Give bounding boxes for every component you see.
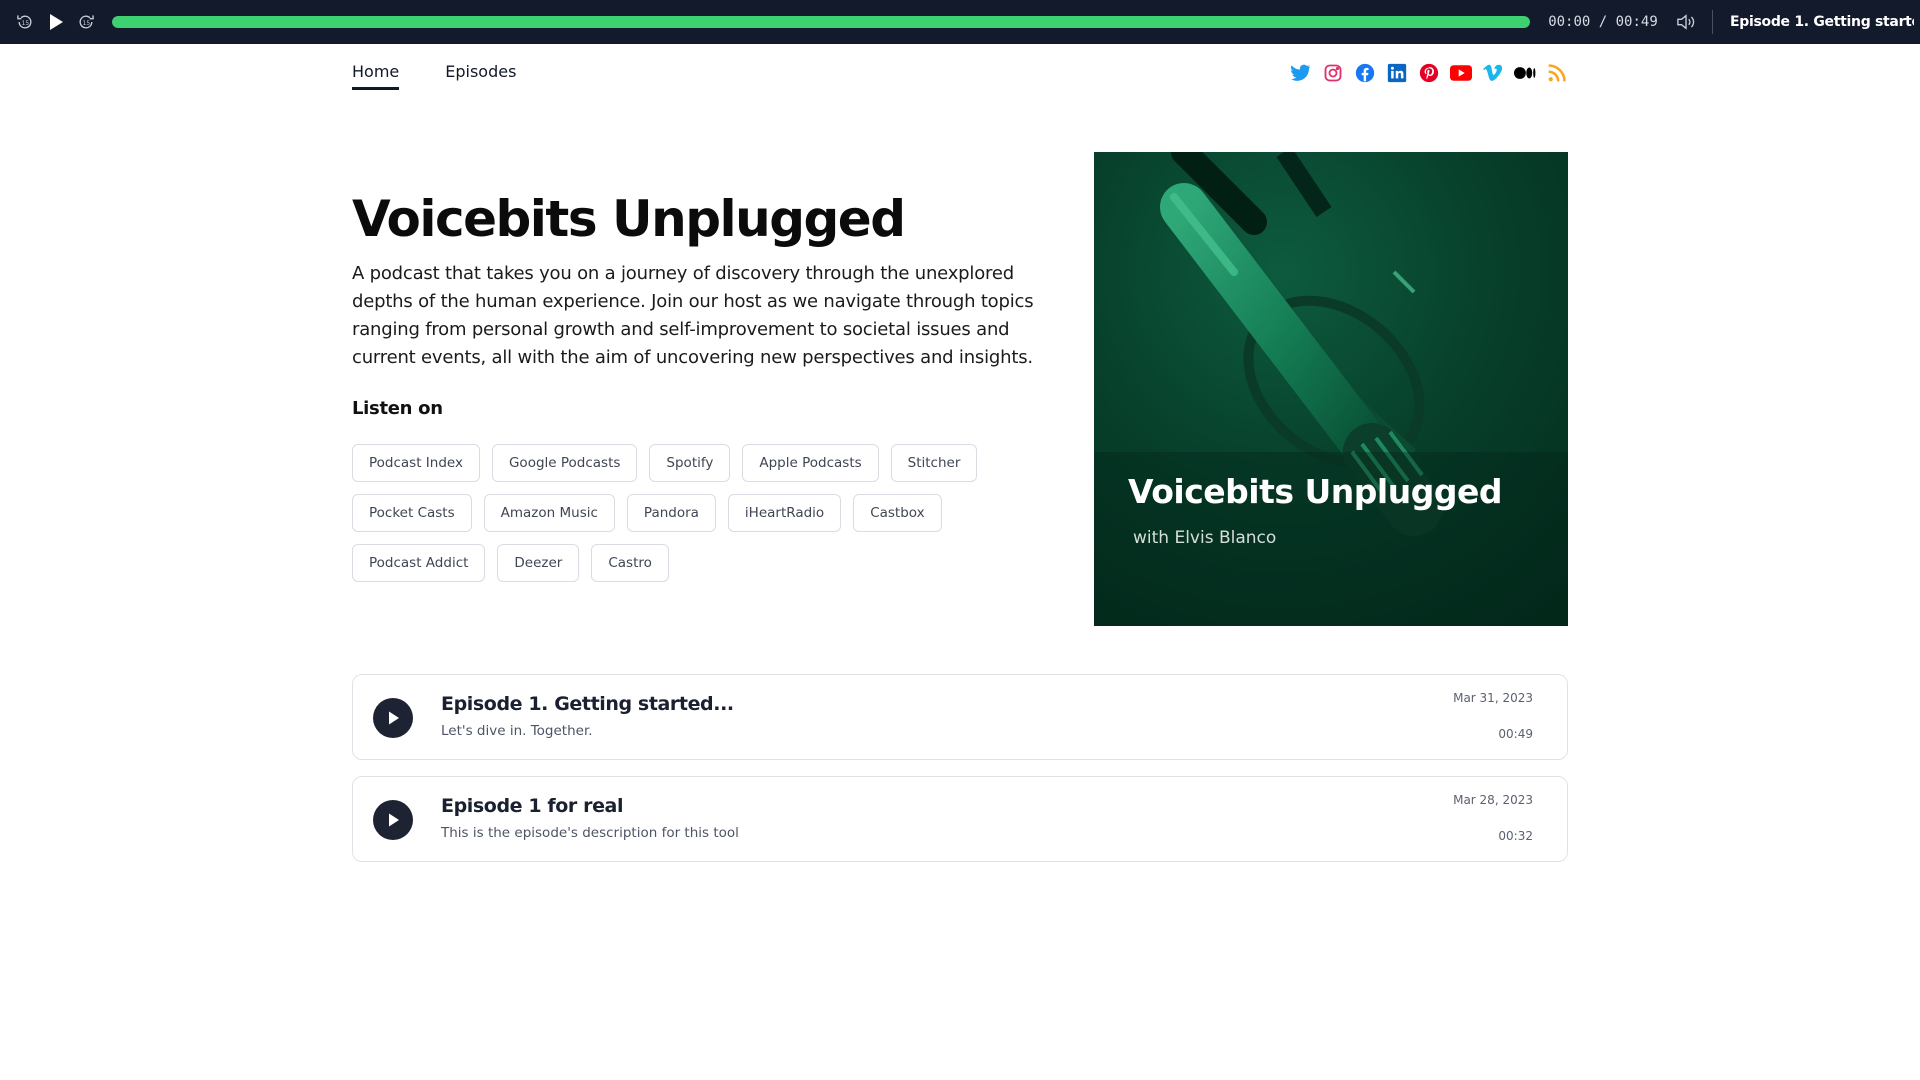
audio-player-bar: 15 15 00:00 / 00:49 Episode 1. Getting s… [0,0,1920,44]
episode-description: This is the episode's description for th… [441,825,739,841]
forward-15-icon[interactable]: 15 [74,10,98,34]
svg-text:15: 15 [83,21,91,27]
play-icon[interactable] [44,10,68,34]
podcast-cover-art: Voicebits Unplugged with Elvis Blanco [1094,152,1568,626]
episode-title[interactable]: Episode 1 for real [441,795,623,817]
microphone-illustration [1094,152,1568,626]
episode-duration: 00:49 [1498,727,1533,741]
episode-card[interactable]: Episode 1 for real This is the episode's… [352,776,1568,862]
play-icon [389,711,399,725]
facebook-icon[interactable] [1354,62,1376,84]
cover-subtitle: with Elvis Blanco [1133,528,1277,548]
platform-podcast-addict[interactable]: Podcast Addict [352,544,486,582]
pinterest-icon[interactable] [1418,62,1440,84]
platform-stitcher[interactable]: Stitcher [890,444,978,482]
episode-duration: 00:32 [1498,829,1533,843]
platform-iheartradio[interactable]: iHeartRadio [727,494,842,532]
episode-card[interactable]: Episode 1. Getting started... Let's dive… [352,674,1568,760]
platform-castbox[interactable]: Castbox [853,494,942,532]
now-playing-title: Episode 1. Getting started... [1730,14,1914,30]
episode-play-button[interactable] [373,698,413,738]
social-links [1290,62,1568,84]
platform-links: Podcast Index Google Podcasts Spotify Ap… [352,444,1002,582]
platform-podcast-index[interactable]: Podcast Index [352,444,480,482]
platform-google-podcasts[interactable]: Google Podcasts [491,444,638,482]
progress-fill [112,16,1530,28]
platform-pocket-casts[interactable]: Pocket Casts [352,494,472,532]
listen-on-heading: Listen on [352,398,443,419]
episode-description: Let's dive in. Together. [441,723,593,739]
time-display: 00:00 / 00:49 [1548,14,1658,30]
platform-pandora[interactable]: Pandora [626,494,716,532]
linkedin-icon[interactable] [1386,62,1408,84]
cover-title: Voicebits Unplugged [1128,472,1502,511]
volume-icon[interactable] [1674,10,1698,34]
platform-amazon-music[interactable]: Amazon Music [483,494,615,532]
main-nav: Home Episodes [352,62,516,90]
platform-castro[interactable]: Castro [591,544,669,582]
progress-bar[interactable] [112,16,1530,28]
svg-text:15: 15 [22,21,30,27]
instagram-icon[interactable] [1322,62,1344,84]
podcast-description: A podcast that takes you on a journey of… [352,263,1034,368]
episode-date: Mar 28, 2023 [1453,793,1533,807]
medium-icon[interactable] [1514,62,1536,84]
twitter-icon[interactable] [1290,62,1312,84]
podcast-title: Voicebits Unplugged [352,190,906,248]
episode-date: Mar 31, 2023 [1453,691,1533,705]
rss-icon[interactable] [1546,62,1568,84]
rewind-15-icon[interactable]: 15 [13,10,37,34]
youtube-icon[interactable] [1450,62,1472,84]
nav-home-link[interactable]: Home [352,62,400,90]
episode-play-button[interactable] [373,800,413,840]
platform-apple-podcasts[interactable]: Apple Podcasts [742,444,879,482]
play-icon [389,813,399,827]
episode-title[interactable]: Episode 1. Getting started... [441,693,734,715]
vimeo-icon[interactable] [1482,62,1504,84]
platform-spotify[interactable]: Spotify [649,444,731,482]
player-divider [1712,10,1713,34]
nav-episodes-link[interactable]: Episodes [445,62,516,90]
platform-deezer[interactable]: Deezer [497,544,580,582]
